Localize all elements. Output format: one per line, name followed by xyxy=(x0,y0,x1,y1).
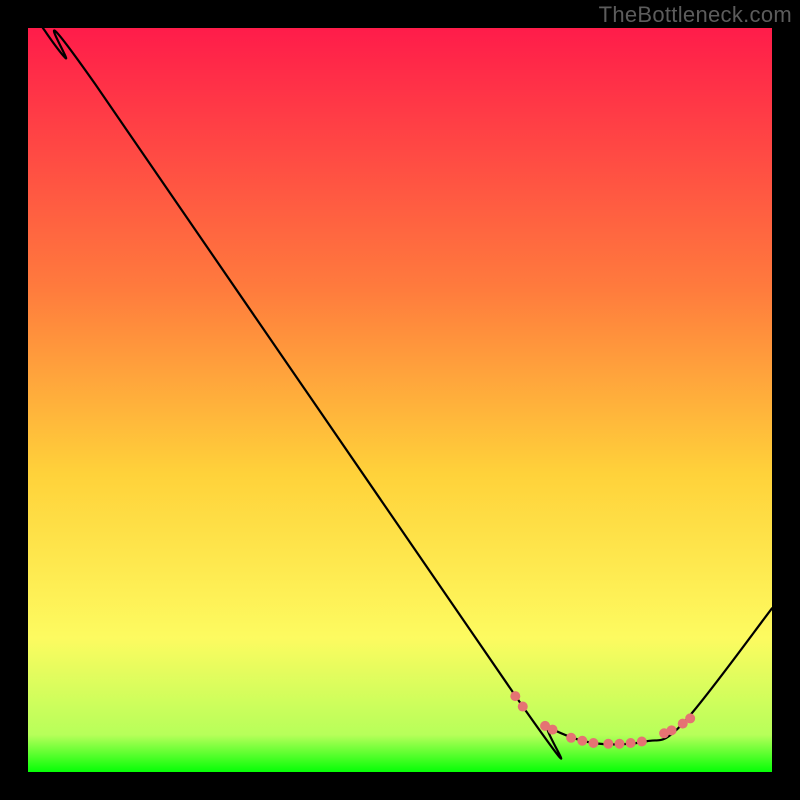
highlight-dot xyxy=(667,725,677,735)
highlight-dot xyxy=(614,739,624,749)
plot-area xyxy=(28,28,772,772)
highlight-dot xyxy=(548,725,558,735)
gradient-background xyxy=(28,28,772,772)
watermark-text: TheBottleneck.com xyxy=(599,2,792,28)
highlight-dot xyxy=(626,738,636,748)
highlight-dot xyxy=(577,736,587,746)
highlight-dot xyxy=(603,739,613,749)
highlight-dot xyxy=(510,691,520,701)
highlight-dot xyxy=(637,737,647,747)
highlight-dot xyxy=(685,713,695,723)
chart-frame: TheBottleneck.com xyxy=(0,0,800,800)
highlight-dot xyxy=(518,702,528,712)
chart-svg xyxy=(28,28,772,772)
highlight-dot xyxy=(566,733,576,743)
highlight-dot xyxy=(588,738,598,748)
